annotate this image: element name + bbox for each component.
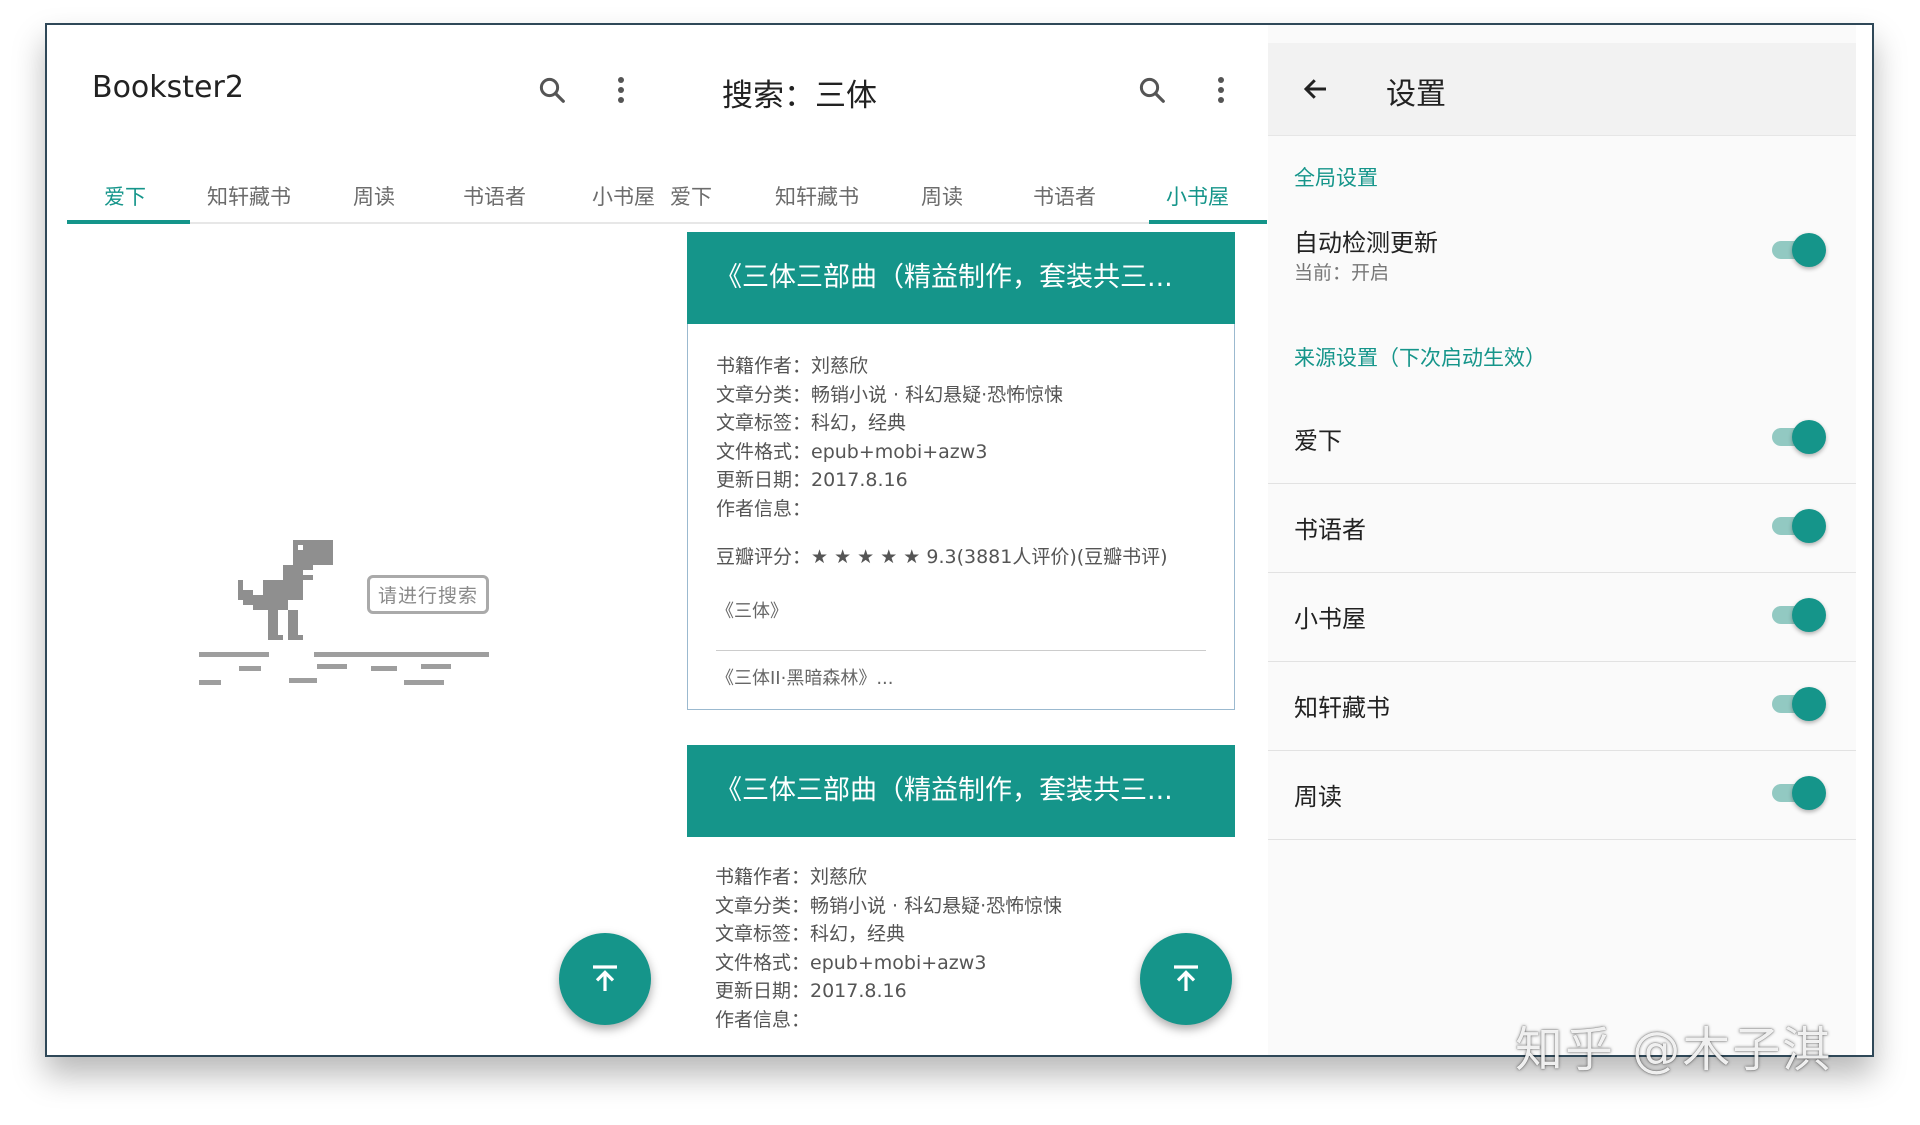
section-sources: 来源设置（下次启动生效）	[1294, 346, 1546, 370]
tab-indicator	[1149, 220, 1267, 224]
tab-zhixuan[interactable]: 知轩藏书	[775, 181, 859, 211]
setting-sub: 当前：开启	[1294, 262, 1390, 284]
section-global: 全局设置	[1294, 166, 1378, 190]
tab-xiaoshuwu[interactable]: 小书屋	[1166, 181, 1229, 211]
result-author-info: 作者信息：	[716, 497, 812, 520]
arrow-upward-icon	[1174, 965, 1198, 991]
source-tabs: 爱下 知轩藏书 周读 书语者 小书屋	[667, 162, 1267, 224]
search-title: 搜索：三体	[722, 78, 877, 114]
settings-title: 设置	[1386, 77, 1446, 112]
tab-shuyuzhe[interactable]: 书语者	[1033, 181, 1096, 211]
search-pane: 搜索：三体 爱下 知轩藏书 周读 书语者 小书屋 《三体三部曲（精益制作，套装共…	[667, 25, 1267, 1055]
result-tags: 文章标签：科幻，经典	[716, 412, 907, 434]
ground-dash	[289, 678, 317, 683]
search-app-bar: 搜索：三体	[667, 25, 1267, 133]
result-title[interactable]: 《三体三部曲（精益制作，套装共三...	[687, 745, 1235, 837]
toggle-switch[interactable]	[1772, 598, 1826, 632]
setting-source-xiaoshuwu[interactable]: 小书屋	[1268, 573, 1856, 662]
result-author-info: 作者信息：	[715, 1008, 811, 1031]
settings-app-bar: 设置	[1268, 43, 1856, 136]
result-date: 更新日期：2017.8.16	[716, 469, 908, 491]
result-category: 文章分类：畅销小说 · 科幻悬疑·恐怖惊悚	[715, 894, 1063, 917]
setting-label: 书语者	[1294, 516, 1366, 544]
toggle-switch[interactable]	[1772, 687, 1826, 721]
tab-zhoudu[interactable]: 周读	[921, 181, 963, 211]
result-format: 文件格式：epub+mobi+azw3	[716, 440, 988, 463]
ground-line	[199, 652, 269, 657]
result-book-2: 《三体II·黑暗森林》...	[716, 668, 894, 689]
result-author: 书籍作者：刘慈欣	[715, 866, 868, 888]
source-tabs: 爱下 知轩藏书 周读 书语者 小书屋	[67, 162, 667, 224]
ground-dash	[239, 666, 261, 671]
setting-auto-update[interactable]: 自动检测更新 当前：开启	[1268, 215, 1856, 299]
app-window: Bookster2 爱下 知轩藏书 周读 书语者 小书屋 请进行搜索 搜索：三体…	[45, 23, 1874, 1057]
setting-source-zhixuan[interactable]: 知轩藏书	[1268, 662, 1856, 751]
ground-dash	[317, 664, 347, 669]
tab-xiaoshuwu[interactable]: 小书屋	[592, 181, 655, 211]
result-tags: 文章标签：科幻，经典	[715, 923, 906, 945]
toggle-switch[interactable]	[1772, 233, 1826, 267]
more-vert-icon[interactable]	[601, 70, 641, 110]
tab-aixia[interactable]: 爱下	[670, 181, 712, 211]
more-vert-icon[interactable]	[1201, 70, 1241, 110]
toggle-switch[interactable]	[1772, 420, 1826, 454]
arrow-upward-icon	[593, 965, 617, 991]
result-category: 文章分类：畅销小说 · 科幻悬疑·恐怖惊悚	[716, 383, 1064, 406]
ground-line	[314, 652, 489, 657]
toggle-switch[interactable]	[1772, 509, 1826, 543]
scroll-top-button[interactable]	[1140, 933, 1232, 1025]
home-pane: Bookster2 爱下 知轩藏书 周读 书语者 小书屋 请进行搜索	[67, 25, 667, 1055]
app-title: Bookster2	[92, 70, 244, 105]
back-arrow-icon[interactable]	[1296, 69, 1336, 109]
setting-label: 自动检测更新	[1294, 229, 1438, 257]
result-author: 书籍作者：刘慈欣	[716, 355, 869, 377]
tab-aixia[interactable]: 爱下	[104, 181, 146, 211]
tab-zhoudu[interactable]: 周读	[353, 181, 395, 211]
setting-source-shuyuzhe[interactable]: 书语者	[1268, 484, 1856, 573]
ground-dash	[371, 666, 397, 671]
result-body: 书籍作者：刘慈欣 文章分类：畅销小说 · 科幻悬疑·恐怖惊悚 文章标签：科幻，经…	[687, 324, 1235, 710]
toggle-switch[interactable]	[1772, 776, 1826, 810]
divider	[716, 650, 1206, 651]
setting-label: 爱下	[1294, 427, 1342, 455]
watermark: 知乎 @木子淇	[1515, 1022, 1833, 1078]
scroll-top-button[interactable]	[559, 933, 651, 1025]
tab-shuyuzhe[interactable]: 书语者	[463, 181, 526, 211]
setting-source-aixia[interactable]: 爱下	[1268, 395, 1856, 484]
result-format: 文件格式：epub+mobi+azw3	[715, 951, 987, 974]
ground-dash	[421, 664, 451, 669]
result-title[interactable]: 《三体三部曲（精益制作，套装共三...	[687, 232, 1235, 324]
setting-label: 周读	[1294, 783, 1342, 811]
setting-source-zhoudu[interactable]: 周读	[1268, 751, 1856, 840]
ground-dash	[404, 680, 444, 685]
empty-state: 请进行搜索	[199, 540, 519, 700]
settings-pane: 设置 全局设置 自动检测更新 当前：开启 来源设置（下次启动生效） 爱下 书语者…	[1268, 25, 1856, 1055]
result-rating: 豆瓣评分：★ ★ ★ ★ ★ 9.3(3881人评价)(豆瓣书评)	[716, 546, 1168, 568]
search-icon[interactable]	[1132, 70, 1172, 110]
setting-label: 小书屋	[1294, 605, 1366, 633]
tab-zhixuan[interactable]: 知轩藏书	[207, 181, 291, 211]
home-app-bar: Bookster2	[67, 25, 667, 133]
dino-icon	[238, 540, 333, 640]
result-date: 更新日期：2017.8.16	[715, 980, 907, 1002]
search-hint-bubble: 请进行搜索	[367, 575, 490, 614]
search-icon[interactable]	[532, 70, 572, 110]
setting-label: 知轩藏书	[1294, 694, 1390, 722]
result-book-1: 《三体》	[716, 600, 788, 622]
result-card[interactable]: 《三体三部曲（精益制作，套装共三... 书籍作者：刘慈欣 文章分类：畅销小说 ·…	[687, 232, 1235, 710]
ground-dash	[199, 680, 221, 685]
tab-indicator	[67, 220, 190, 224]
